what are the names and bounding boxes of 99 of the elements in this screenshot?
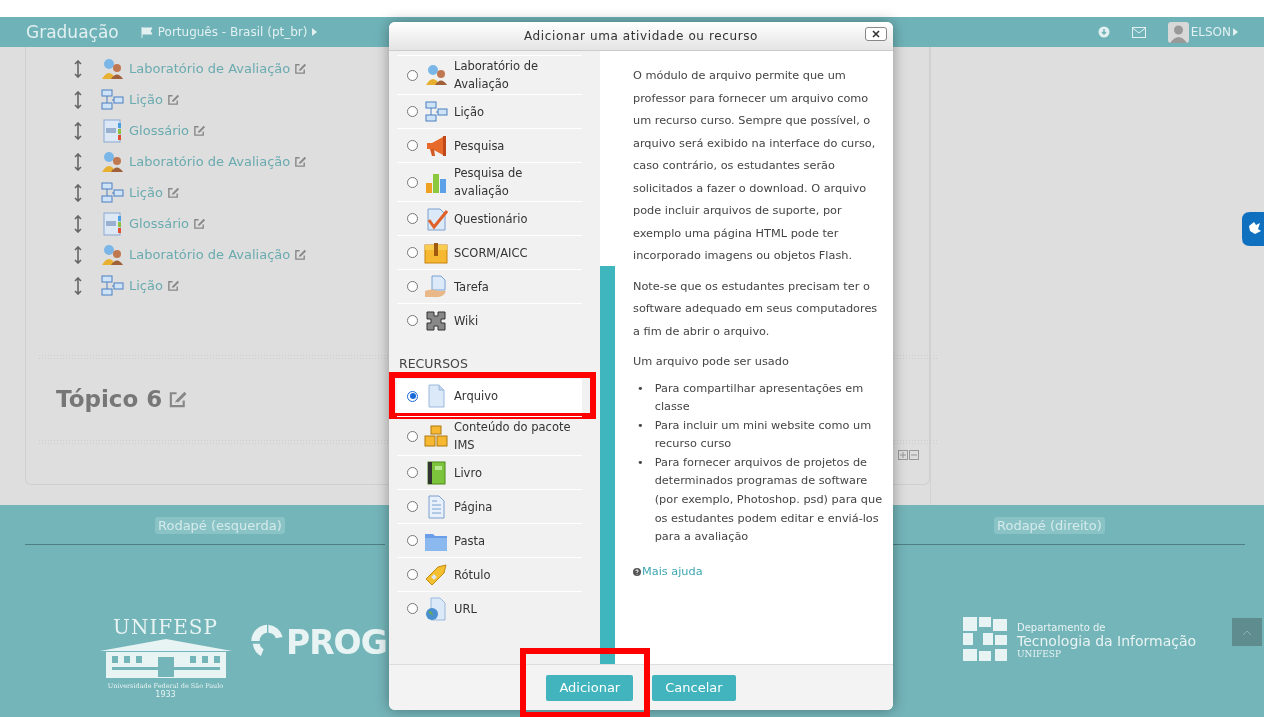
people-icon — [100, 149, 124, 174]
help-paragraph: Note-se que os estudantes precisam ter o software adequado em seus computadores a fim de abrir o arquivo. — [633, 278, 879, 340]
edit-icon[interactable] — [294, 248, 308, 261]
help-paragraph: Um arquivo pode ser usado — [633, 354, 790, 370]
edit-icon[interactable] — [193, 217, 207, 230]
move-icon[interactable] — [74, 183, 82, 202]
book-icon — [424, 460, 448, 485]
caret-icon — [312, 28, 318, 36]
move-icon[interactable] — [74, 276, 82, 295]
radio-button[interactable] — [407, 176, 418, 188]
hand-document-icon — [424, 274, 448, 299]
footer-heading: Rodapé (direito) — [994, 517, 1105, 534]
move-icon[interactable] — [74, 59, 82, 78]
footer-heading: Rodapé (esquerda) — [155, 517, 285, 534]
module-option[interactable]: Conteúdo do pacote IMS — [397, 416, 582, 455]
move-icon[interactable] — [74, 214, 82, 233]
scrollbar-thumb[interactable] — [600, 266, 615, 664]
module-option[interactable]: SCORM/AICC — [397, 235, 582, 269]
radio-button[interactable] — [407, 315, 418, 326]
puzzle-icon — [424, 308, 448, 333]
radio-button[interactable] — [407, 569, 418, 580]
dictionary-icon — [100, 211, 124, 236]
move-icon[interactable] — [74, 90, 82, 109]
module-option[interactable]: Livro — [397, 455, 582, 489]
move-icon[interactable] — [74, 245, 82, 264]
module-option[interactable]: Questionário — [397, 201, 582, 235]
dialog-title: Adicionar uma atividade ou recurso — [524, 29, 758, 43]
help-paragraph: O módulo de arquivo permite que um professor para fornecer um arquivo como um recurso curso. Sempre que possível, o arquivo será exibido na interface do curso, caso contrário, os estudantes serão solicitados a fazer o download. O arquivo pode incluir arquivos de suporte, por exemplo uma página HTML pode ter incorporado imagens ou objetos Flash. — [633, 68, 877, 264]
logo-year: 1933 — [155, 690, 176, 699]
module-option[interactable]: Lição — [397, 94, 582, 128]
radio-button[interactable] — [407, 430, 418, 442]
radio-button[interactable] — [407, 467, 418, 478]
module-option[interactable]: Página — [397, 489, 582, 523]
module-option[interactable]: Arquivo — [397, 379, 582, 413]
flag-icon — [140, 26, 153, 38]
radio-button[interactable] — [407, 501, 418, 512]
radio-button[interactable] — [407, 69, 418, 81]
help-list-item: Para incluir um mini website como um recurso curso — [654, 417, 873, 453]
module-option[interactable]: Laboratório de Avaliação — [397, 55, 582, 94]
bullet: • — [637, 417, 644, 434]
radio-button[interactable] — [407, 603, 418, 614]
tag-icon — [424, 562, 448, 587]
dictionary-icon — [100, 118, 124, 143]
checkmark-icon — [424, 206, 448, 231]
mail-icon[interactable] — [1131, 26, 1146, 38]
edit-icon[interactable] — [166, 279, 180, 292]
group-heading: RECURSOS — [399, 356, 469, 371]
edit-icon[interactable] — [294, 62, 308, 75]
collapse-icon[interactable] — [909, 450, 919, 460]
section-title: Tópico 6 — [56, 385, 163, 412]
flowchart-icon — [424, 99, 448, 124]
flowchart-icon — [100, 180, 124, 205]
edit-icon[interactable] — [166, 186, 180, 199]
module-option[interactable]: Wiki — [397, 303, 582, 337]
edit-icon[interactable] — [166, 93, 180, 106]
help-list-item: Para compartilhar apresentações em classe — [654, 380, 865, 416]
boxes-icon — [424, 424, 448, 448]
edit-icon[interactable] — [294, 155, 308, 168]
globe-document-icon — [424, 596, 448, 621]
people-icon — [100, 242, 124, 267]
logo-text: Departamento de — [1017, 621, 1107, 633]
people-icon — [424, 63, 448, 87]
close-button[interactable] — [865, 27, 887, 41]
radio-button[interactable] — [407, 535, 418, 546]
edit-icon[interactable] — [193, 124, 207, 137]
bullet: • — [637, 454, 644, 471]
box-icon — [424, 240, 448, 265]
module-option[interactable]: Tarefa — [397, 269, 582, 303]
megaphone-icon — [424, 133, 448, 158]
close-icon — [872, 30, 880, 38]
module-option[interactable]: Rótulo — [397, 557, 582, 591]
module-option[interactable]: Pesquisa — [397, 128, 582, 162]
avatar-icon — [1167, 21, 1189, 43]
logo-text: UNIFESP — [113, 615, 218, 639]
bullet: • — [637, 380, 644, 397]
logo-text: UNIFESP — [1017, 648, 1062, 659]
logo-icon — [963, 617, 1009, 663]
move-icon[interactable] — [74, 152, 82, 171]
logo-text: PROG — [286, 625, 387, 661]
radio-button[interactable] — [407, 390, 418, 402]
logo-text: Tecnologia da Informação — [1017, 632, 1197, 649]
people-icon — [100, 56, 124, 81]
flowchart-icon — [100, 273, 124, 298]
module-option[interactable]: URL — [397, 591, 582, 625]
expand-icon[interactable] — [898, 450, 908, 460]
radio-button[interactable] — [407, 140, 418, 151]
caret-icon — [1233, 28, 1238, 36]
module-option[interactable]: Pasta — [397, 523, 582, 557]
move-icon[interactable] — [74, 121, 82, 140]
chevron-up-icon — [1243, 629, 1251, 635]
radio-button[interactable] — [407, 213, 418, 224]
module-option[interactable]: Pesquisa de avaliação — [397, 162, 582, 201]
help-list-item: Para fornecer arquivos de projetos de determinados programas de software (por exemplo, Photoshop. psd) para que os estudantes podem editar e enviá-los para a avaliação — [654, 454, 883, 546]
radio-button[interactable] — [407, 247, 418, 258]
help-icon — [633, 568, 641, 577]
flowchart-icon — [100, 87, 124, 112]
radio-button[interactable] — [407, 281, 418, 292]
notification-icon[interactable] — [1097, 26, 1110, 38]
radio-button[interactable] — [407, 106, 418, 117]
